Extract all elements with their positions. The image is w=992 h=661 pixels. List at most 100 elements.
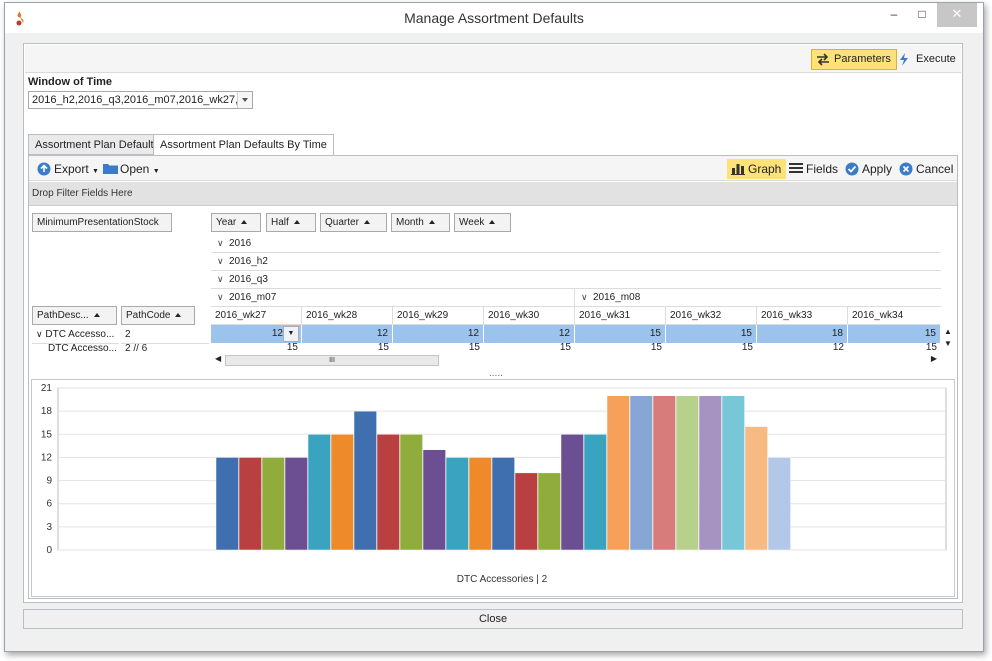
- value-cell[interactable]: 15: [848, 325, 941, 343]
- parameters-button[interactable]: Parameters: [811, 49, 897, 70]
- column-field-half[interactable]: Half: [266, 213, 316, 232]
- cancel-icon: [899, 162, 913, 176]
- window-title: Manage Assortment Defaults: [404, 10, 584, 26]
- week-header[interactable]: 2016_wk28: [302, 307, 393, 325]
- y-tick-label: 3: [46, 522, 52, 533]
- value-cell[interactable]: 15: [666, 325, 757, 343]
- year-header[interactable]: ∨ 2016: [211, 235, 941, 253]
- bar: [698, 395, 722, 551]
- column-field-quarter[interactable]: Quarter: [320, 213, 387, 232]
- row-field-pathcode[interactable]: PathCode: [121, 306, 195, 325]
- value-cell[interactable]: 15: [484, 343, 575, 352]
- value-cell[interactable]: 15: [848, 343, 941, 352]
- chevron-down-icon: ▼: [92, 168, 99, 175]
- splitter-handle[interactable]: .....: [489, 368, 503, 379]
- row-header-desc[interactable]: ∨ DTC Accesso...: [32, 326, 119, 344]
- week-header[interactable]: 2016_wk32: [666, 307, 757, 325]
- week-header[interactable]: 2016_wk31: [575, 307, 666, 325]
- y-tick-label: 9: [46, 476, 52, 487]
- bar: [652, 395, 676, 551]
- bar: [399, 434, 423, 551]
- tab-assortment-plan-defaults-by-time[interactable]: Assortment Plan Defaults By Time: [153, 134, 334, 156]
- execute-label: Execute: [916, 53, 956, 65]
- chart-panel: 0 3 6 9 12 15 18 21 DTC Accessories | 2: [31, 379, 955, 597]
- week-header[interactable]: 2016_wk34: [848, 307, 941, 325]
- column-field-week[interactable]: Week: [454, 213, 511, 232]
- scroll-up-icon[interactable]: ▲: [944, 327, 952, 336]
- scroll-down-icon[interactable]: ▼: [944, 339, 952, 348]
- value-cell[interactable]: 12: [393, 325, 484, 343]
- sort-ascending-icon: [241, 220, 248, 225]
- row-header-code[interactable]: 2: [121, 326, 209, 344]
- column-field-year[interactable]: Year: [211, 213, 261, 232]
- value-cell[interactable]: 15: [393, 343, 484, 352]
- value-cell[interactable]: 15: [302, 343, 393, 352]
- chevron-down-icon: ∨: [217, 256, 224, 266]
- chevron-down-icon: ∨: [217, 238, 224, 248]
- fields-button[interactable]: Fields: [785, 159, 843, 179]
- scroll-left-icon[interactable]: ◀: [215, 354, 221, 363]
- row-header-code[interactable]: 2 // 6: [121, 344, 209, 353]
- bar: [514, 472, 538, 551]
- window-of-time-select[interactable]: 2016_h2,2016_q3,2016_m07,2016_wk27,...: [28, 91, 253, 109]
- graph-toggle-button[interactable]: Graph: [727, 159, 787, 179]
- chevron-down-icon[interactable]: [237, 92, 252, 108]
- bar: [422, 449, 446, 551]
- minimize-button[interactable]: –: [881, 3, 907, 27]
- week-header[interactable]: 2016_wk27: [211, 307, 302, 325]
- chevron-down-icon: ∨: [36, 329, 43, 339]
- week-header[interactable]: 2016_wk30: [484, 307, 575, 325]
- week-header-row: 2016_wk27 2016_wk28 2016_wk29 2016_wk30 …: [211, 307, 941, 325]
- month-header[interactable]: ∨ 2016_m07: [211, 289, 575, 307]
- open-button[interactable]: Open ▼: [99, 159, 165, 179]
- filter-drop-area[interactable]: Drop Filter Fields Here: [29, 182, 957, 206]
- app-window: Manage Assortment Defaults – □ ✕ Paramet…: [4, 2, 984, 652]
- open-label: Open: [120, 162, 150, 176]
- vertical-scrollbar[interactable]: ▲ ▼: [941, 325, 955, 353]
- bar: [767, 457, 791, 551]
- table-row: 12 12 12 12 15 15 18 15 ▼: [211, 325, 941, 343]
- bar-chart: 0 3 6 9 12 15 18 21 DTC Accessories | 2: [41, 383, 947, 585]
- value-cell[interactable]: 18: [757, 325, 848, 343]
- value-cell[interactable]: 15: [211, 343, 302, 352]
- horizontal-scrollbar[interactable]: ◀ III ▶: [211, 353, 941, 367]
- value-cell[interactable]: 15: [575, 343, 666, 352]
- row-header-desc[interactable]: DTC Accesso...: [32, 344, 119, 353]
- window-of-time-label: Window of Time: [28, 76, 113, 88]
- bar: [721, 395, 745, 551]
- week-header[interactable]: 2016_wk33: [757, 307, 848, 325]
- sort-ascending-icon: [428, 220, 435, 225]
- value-cell[interactable]: 12: [484, 325, 575, 343]
- export-icon: [37, 162, 51, 176]
- y-tick-label: 21: [41, 383, 53, 394]
- data-field-header[interactable]: MinimumPresentationStock: [32, 213, 172, 232]
- execute-button[interactable]: Execute: [893, 49, 962, 70]
- cancel-label: Cancel: [916, 162, 954, 176]
- bar-chart-icon: [731, 164, 745, 175]
- close-button[interactable]: Close: [23, 609, 963, 629]
- apply-button[interactable]: Apply: [841, 159, 897, 179]
- cell-dropdown-button[interactable]: ▼: [283, 326, 299, 342]
- parameters-label: Parameters: [834, 53, 891, 65]
- value-cell[interactable]: 12: [757, 343, 848, 352]
- x-axis-label: DTC Accessories | 2: [457, 574, 548, 585]
- column-field-month[interactable]: Month: [391, 213, 450, 232]
- week-header[interactable]: 2016_wk29: [393, 307, 484, 325]
- scroll-right-icon[interactable]: ▶: [931, 354, 937, 363]
- maximize-button[interactable]: □: [909, 3, 935, 27]
- month-header[interactable]: ∨ 2016_m08: [575, 289, 941, 307]
- export-button[interactable]: Export ▼: [33, 159, 104, 179]
- bar: [675, 395, 699, 551]
- close-window-button[interactable]: ✕: [937, 3, 977, 27]
- tab-assortment-plan-defaults[interactable]: Assortment Plan Defaults: [28, 134, 167, 155]
- scroll-thumb[interactable]: III: [225, 355, 439, 366]
- value-cell[interactable]: 12: [302, 325, 393, 343]
- parameters-toolbar: Parameters Execute: [25, 45, 961, 73]
- quarter-header[interactable]: ∨ 2016_q3: [211, 271, 941, 289]
- column-header-area: ∨ 2016 ∨ 2016_h2 ∨ 2016_q3 ∨ 2016_m07 ∨ 2016_…: [211, 235, 941, 352]
- cancel-button[interactable]: Cancel: [895, 159, 958, 179]
- value-cell[interactable]: 15: [575, 325, 666, 343]
- value-cell[interactable]: 15: [666, 343, 757, 352]
- row-field-pathdesc[interactable]: PathDesc...: [32, 306, 117, 325]
- half-header[interactable]: ∨ 2016_h2: [211, 253, 941, 271]
